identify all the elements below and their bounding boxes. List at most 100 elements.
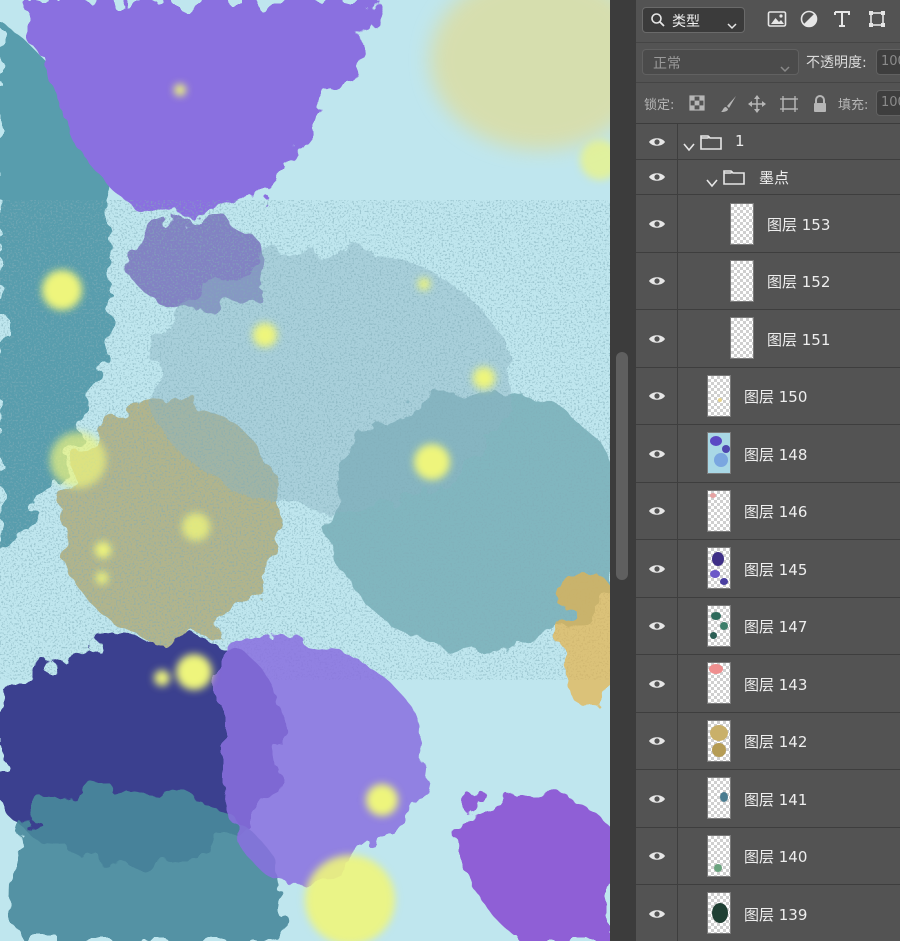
layer-thumbnail — [707, 720, 731, 762]
folder-icon — [700, 133, 722, 154]
visibility-toggle[interactable] — [636, 885, 678, 941]
layer-name: 图层 139 — [744, 906, 808, 924]
layer-row-142[interactable]: 图层 142 — [636, 713, 900, 770]
filter-kind-label: 类型 — [672, 14, 700, 30]
visibility-toggle[interactable] — [636, 770, 678, 827]
lock-label: 锁定: — [644, 98, 675, 113]
layer-row-151[interactable]: 图层 151 — [636, 310, 900, 368]
layer-row-group-ink[interactable]: 墨点 — [636, 160, 900, 195]
eye-icon — [649, 507, 665, 515]
canvas-scrollbar-thumb[interactable] — [616, 352, 628, 580]
fill-input[interactable]: 100% — [876, 90, 900, 116]
visibility-toggle[interactable] — [636, 195, 678, 252]
chevron-down-icon — [727, 15, 737, 34]
layers-panel: 类型 正常 不透明度: 100% 锁定: — [636, 0, 900, 941]
layer-row-148[interactable]: 图层 148 — [636, 425, 900, 483]
search-icon — [650, 12, 666, 32]
document-canvas[interactable] — [0, 0, 610, 941]
layer-thumbnail — [730, 260, 754, 302]
layer-row-147[interactable]: 图层 147 — [636, 598, 900, 655]
layer-thumbnail — [707, 547, 731, 589]
lock-bar: 锁定: 填充: 100% — [636, 83, 900, 124]
layer-name: 图层 153 — [767, 216, 831, 234]
layer-name: 图层 145 — [744, 561, 808, 579]
visibility-toggle[interactable] — [636, 310, 678, 367]
blend-opacity-bar: 正常 不透明度: 100% — [636, 43, 900, 83]
lock-artboard-icon[interactable] — [779, 95, 799, 117]
visibility-toggle[interactable] — [636, 655, 678, 712]
eye-icon — [649, 909, 665, 918]
eye-icon — [649, 449, 665, 458]
chevron-down-icon[interactable] — [683, 137, 695, 156]
layer-thumbnail — [730, 203, 754, 245]
layer-name: 图层 140 — [744, 848, 808, 866]
lock-all-icon[interactable] — [812, 95, 828, 117]
folder-icon — [723, 168, 745, 189]
visibility-toggle[interactable] — [636, 368, 678, 424]
fill-label: 填充: — [838, 98, 869, 113]
visibility-toggle[interactable] — [636, 160, 678, 194]
watercolor-artwork — [0, 0, 610, 941]
visibility-toggle[interactable] — [636, 253, 678, 309]
eye-icon — [649, 392, 665, 400]
layer-thumbnail — [707, 375, 731, 417]
layer-thumbnail — [707, 432, 731, 474]
layer-name: 图层 141 — [744, 791, 808, 809]
layer-row-140[interactable]: 图层 140 — [636, 828, 900, 885]
opacity-input[interactable]: 100% — [876, 49, 900, 75]
layer-name: 墨点 — [759, 169, 790, 187]
lock-position-icon[interactable] — [748, 95, 766, 117]
layer-row-145[interactable]: 图层 145 — [636, 540, 900, 598]
chevron-down-icon[interactable] — [706, 173, 718, 192]
layer-row-150[interactable]: 图层 150 — [636, 368, 900, 425]
visibility-toggle[interactable] — [636, 828, 678, 884]
layer-row-152[interactable]: 图层 152 — [636, 253, 900, 310]
type-filter-icon[interactable] — [834, 10, 850, 32]
visibility-toggle[interactable] — [636, 598, 678, 654]
layer-name: 图层 142 — [744, 733, 808, 751]
layer-row-group-1[interactable]: 1 — [636, 124, 900, 160]
eye-icon — [649, 622, 665, 630]
lock-image-pixels-icon[interactable] — [720, 95, 738, 117]
visibility-toggle[interactable] — [636, 425, 678, 482]
layer-name: 图层 151 — [767, 331, 831, 349]
eye-icon — [649, 219, 665, 228]
eye-icon — [649, 137, 665, 146]
layer-thumbnail — [707, 892, 731, 934]
eye-icon — [649, 277, 665, 285]
eye-icon — [649, 794, 665, 803]
layer-row-141[interactable]: 图层 141 — [636, 770, 900, 828]
eye-icon — [649, 564, 665, 573]
layer-name: 图层 143 — [744, 676, 808, 694]
visibility-toggle[interactable] — [636, 540, 678, 597]
visibility-toggle[interactable] — [636, 483, 678, 539]
blend-mode-select[interactable]: 正常 — [642, 49, 799, 75]
layer-filter-bar: 类型 — [636, 0, 900, 43]
layer-name: 图层 148 — [744, 446, 808, 464]
eye-icon — [649, 679, 665, 688]
layer-name: 图层 150 — [744, 388, 808, 406]
layer-row-146[interactable]: 图层 146 — [636, 483, 900, 540]
shape-filter-icon[interactable] — [868, 10, 886, 32]
layer-row-153[interactable]: 图层 153 — [636, 195, 900, 253]
filter-kind-select[interactable]: 类型 — [642, 7, 745, 33]
visibility-toggle[interactable] — [636, 713, 678, 769]
layer-thumbnail — [707, 777, 731, 819]
eye-icon — [649, 334, 665, 343]
lock-transparent-pixels-icon[interactable] — [689, 95, 705, 115]
layer-row-139[interactable]: 图层 139 — [636, 885, 900, 941]
image-filter-icon[interactable] — [767, 10, 787, 32]
chevron-down-icon — [780, 58, 790, 77]
layer-thumbnail — [707, 605, 731, 647]
blend-mode-label: 正常 — [653, 56, 681, 72]
layer-name: 1 — [735, 132, 745, 150]
opacity-label: 不透明度: — [806, 55, 867, 71]
layer-name: 图层 147 — [744, 618, 808, 636]
eye-icon — [649, 852, 665, 860]
layer-thumbnail — [707, 835, 731, 877]
layer-thumbnail — [707, 490, 731, 532]
layer-row-143[interactable]: 图层 143 — [636, 655, 900, 713]
visibility-toggle[interactable] — [636, 124, 678, 159]
adjustment-filter-icon[interactable] — [800, 10, 818, 32]
layer-thumbnail — [707, 662, 731, 704]
